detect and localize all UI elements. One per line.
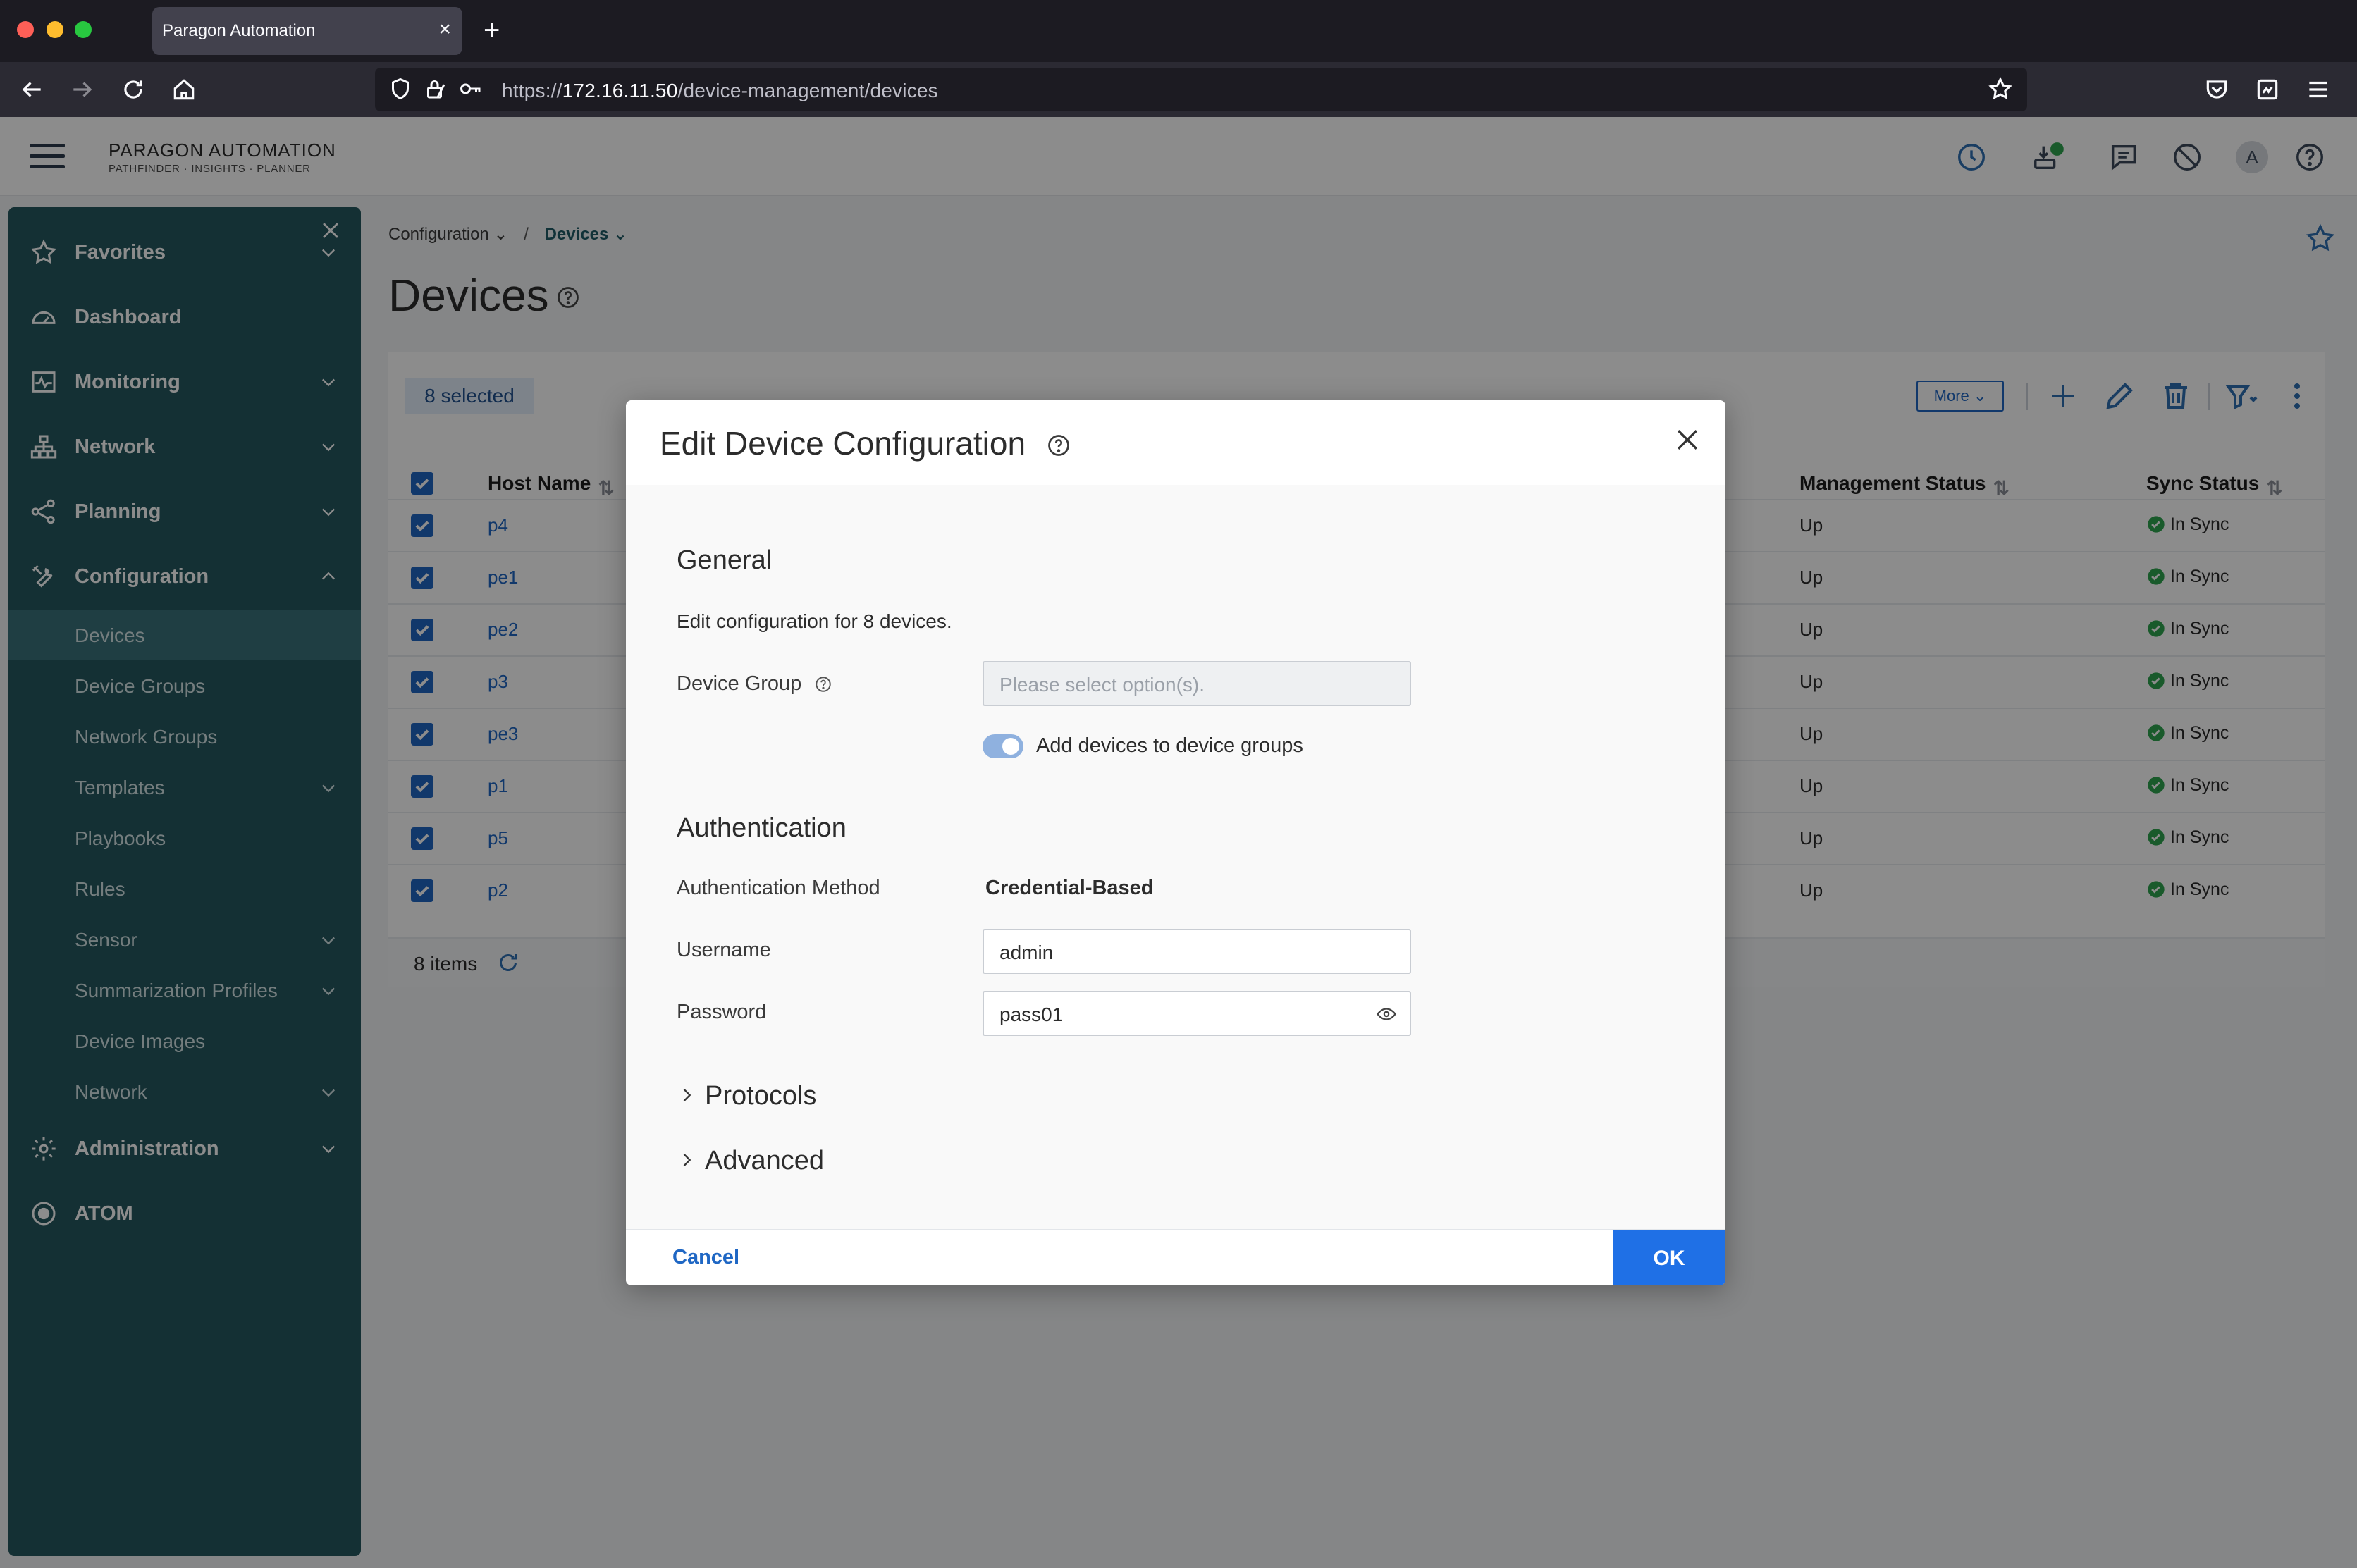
eye-icon[interactable]	[1376, 1004, 1397, 1025]
window-minimize-button[interactable]	[47, 21, 63, 38]
url-host: 172.16.11.50	[562, 80, 678, 101]
key-icon[interactable]	[458, 76, 484, 101]
cancel-button[interactable]: Cancel	[672, 1246, 739, 1269]
toggle-knob	[1002, 738, 1019, 755]
forward-icon[interactable]	[69, 76, 96, 103]
home-icon[interactable]	[171, 76, 197, 103]
window-close-button[interactable]	[17, 21, 34, 38]
lock-icon[interactable]	[423, 76, 448, 101]
modal-close-icon[interactable]	[1672, 424, 1703, 455]
browser-nav-bar: https://172.16.11.50/device-management/d…	[0, 62, 2357, 117]
device-group-label-text: Device Group	[677, 672, 802, 695]
url-prefix: https://	[502, 80, 562, 101]
section-heading-general: General	[677, 545, 773, 575]
device-group-placeholder: Please select option(s).	[999, 674, 1205, 696]
advanced-label: Advanced	[705, 1146, 825, 1175]
window-zoom-button[interactable]	[75, 21, 92, 38]
back-icon[interactable]	[18, 76, 45, 103]
browser-tab-bar: Paragon Automation × +	[0, 0, 2357, 62]
extension-icon[interactable]	[2254, 76, 2281, 103]
auth-method-label: Authentication Method	[677, 877, 880, 899]
general-description: Edit configuration for 8 devices.	[677, 610, 952, 632]
add-to-groups-toggle-label: Add devices to device groups	[1036, 734, 1303, 757]
add-to-groups-toggle[interactable]	[983, 734, 1023, 758]
tab-close-icon[interactable]: ×	[438, 17, 451, 42]
modal-title: Edit Device Configuration	[660, 425, 1026, 462]
password-label: Password	[677, 1001, 767, 1023]
address-bar[interactable]: https://172.16.11.50/device-management/d…	[375, 68, 2027, 111]
chevron-right-icon	[677, 1150, 696, 1170]
protocols-label: Protocols	[705, 1081, 817, 1111]
username-label: Username	[677, 939, 771, 961]
chevron-right-icon	[677, 1085, 696, 1105]
reload-icon[interactable]	[120, 76, 147, 103]
ok-button[interactable]: OK	[1613, 1230, 1725, 1285]
advanced-section-toggle[interactable]: Advanced	[677, 1140, 959, 1183]
password-value: pass01	[999, 1004, 1064, 1025]
auth-method-value: Credential-Based	[985, 877, 1154, 899]
browser-menu-icon[interactable]	[2305, 76, 2332, 103]
password-field[interactable]: pass01	[983, 991, 1411, 1036]
help-icon[interactable]	[1046, 433, 1071, 458]
device-group-select[interactable]: Please select option(s).	[983, 661, 1411, 706]
browser-tab-title: Paragon Automation	[162, 21, 316, 40]
edit-device-configuration-modal: Edit Device Configuration General Edit c…	[626, 400, 1725, 1285]
modal-header: Edit Device Configuration	[626, 400, 1725, 485]
pocket-icon[interactable]	[2203, 76, 2230, 103]
protocols-section-toggle[interactable]: Protocols	[677, 1075, 959, 1118]
username-value: admin	[999, 942, 1054, 963]
url-text: https://172.16.11.50/device-management/d…	[502, 80, 938, 102]
shield-icon[interactable]	[388, 76, 413, 101]
bookmark-star-icon[interactable]	[1988, 76, 2013, 101]
modal-footer: Cancel OK	[626, 1229, 1725, 1285]
url-path: /device-management/devices	[677, 80, 938, 101]
browser-tab[interactable]: Paragon Automation ×	[152, 7, 462, 55]
new-tab-icon[interactable]: +	[484, 14, 500, 47]
help-icon[interactable]	[814, 675, 832, 693]
device-group-label: Device Group	[677, 672, 832, 696]
section-heading-authentication: Authentication	[677, 813, 847, 843]
username-field[interactable]: admin	[983, 929, 1411, 974]
